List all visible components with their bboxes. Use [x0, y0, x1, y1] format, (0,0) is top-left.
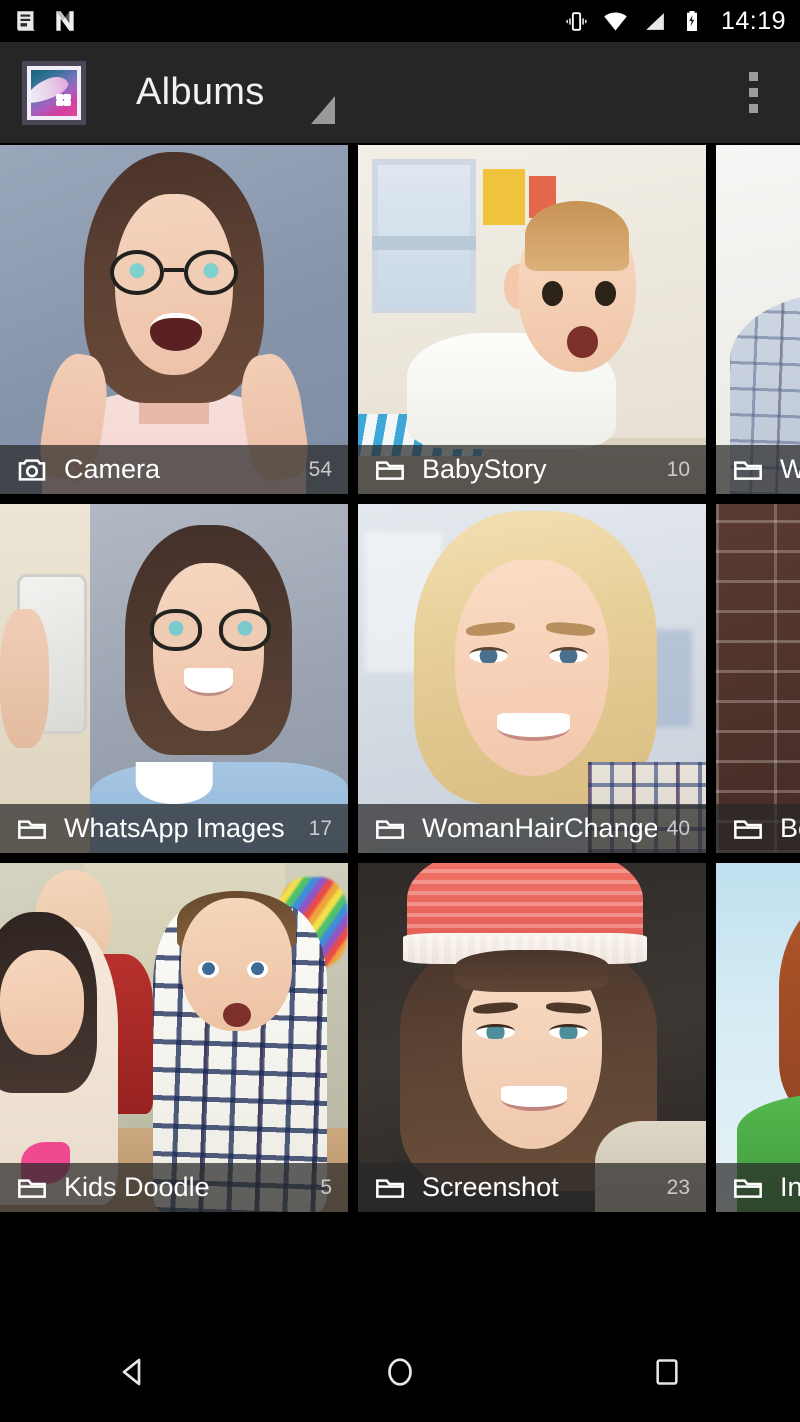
camera-icon	[18, 458, 46, 481]
album-thumbnail	[0, 145, 348, 494]
album-name: WhatsApp	[780, 454, 800, 484]
album-thumbnail	[358, 863, 706, 1212]
cellular-signal-icon	[646, 12, 664, 30]
album-thumbnail	[716, 863, 800, 1212]
overflow-menu-icon[interactable]	[737, 62, 770, 123]
phone-screen: 14:19 Albums Camera 54 BabyStory 10 W Wh…	[0, 0, 800, 1422]
folder-icon	[18, 1178, 46, 1198]
album-tile-babystory[interactable]: BabyStory 10	[358, 145, 706, 494]
overflow-dot	[749, 72, 758, 81]
album-tile-womanhairchanger[interactable]: WomanHairChanger 40	[358, 504, 706, 853]
back-triangle-icon	[122, 1358, 141, 1386]
album-count: 5	[320, 1175, 332, 1199]
news-icon	[17, 11, 36, 31]
album-name: BabyStory	[422, 454, 547, 484]
battery-charging-icon	[686, 11, 697, 31]
folder-icon	[18, 819, 46, 839]
folder-icon	[376, 1178, 404, 1198]
album-label-bar: Instagram	[716, 1163, 800, 1212]
status-bar-clock: 14:19	[720, 6, 786, 35]
album-label-bar: Camera 54	[0, 445, 348, 494]
album-thumbnail	[716, 145, 800, 494]
recents-square-icon	[656, 1359, 678, 1385]
app-toolbar: Albums	[0, 42, 800, 143]
app-icon-artwork	[31, 69, 77, 116]
page-title: Albums	[136, 71, 265, 113]
status-bar: 14:19	[0, 0, 800, 42]
album-count: 54	[308, 457, 332, 481]
status-bar-left-icons	[14, 8, 78, 34]
folder-icon	[734, 460, 762, 480]
album-tile-instagram[interactable]: Instagram	[716, 863, 800, 1212]
gallery-app-icon[interactable]	[22, 60, 86, 125]
back-button[interactable]	[0, 1354, 267, 1390]
album-label-bar: Screenshot 23	[358, 1163, 706, 1212]
album-label-bar: WomanHairChanger 40	[358, 804, 706, 853]
album-thumbnail	[358, 504, 706, 853]
album-thumbnail	[0, 863, 348, 1212]
album-name: Instagram	[780, 1172, 800, 1202]
album-thumbnail	[358, 145, 706, 494]
vibrate-icon	[566, 11, 587, 31]
album-tile-kids-doodle[interactable]: Kids Doodle 5	[0, 863, 348, 1212]
home-circle-icon	[388, 1358, 412, 1386]
album-thumbnail	[716, 504, 800, 853]
folder-icon	[734, 1178, 762, 1198]
album-name: Best	[780, 813, 800, 843]
album-count: 17	[308, 816, 332, 840]
album-label-bar: BabyStory 10	[358, 445, 706, 494]
album-tile-whatsapp[interactable]: WhatsApp	[716, 145, 800, 494]
album-tile-screenshot[interactable]: Screenshot 23	[358, 863, 706, 1212]
album-tile-best[interactable]: Best	[716, 504, 800, 853]
album-label-bar: WhatsApp	[716, 445, 800, 494]
album-name: Screenshot	[422, 1172, 559, 1202]
folder-icon	[376, 819, 404, 839]
album-name: Kids Doodle	[64, 1172, 210, 1202]
overflow-dot	[749, 104, 758, 113]
overflow-dot	[749, 88, 758, 97]
app-icon-frame	[27, 65, 81, 120]
recents-button[interactable]	[533, 1356, 800, 1388]
album-label-bar: WhatsApp Images 17	[0, 804, 348, 853]
album-name: WomanHairChanger	[422, 813, 657, 843]
wifi-icon	[604, 12, 627, 30]
album-count: 40	[666, 816, 690, 840]
album-label-bar: Best	[716, 804, 800, 853]
home-button[interactable]	[267, 1354, 534, 1390]
album-count: 10	[666, 457, 690, 481]
album-label-bar: Kids Doodle 5	[0, 1163, 348, 1212]
album-thumbnail	[0, 504, 348, 853]
album-name: Camera	[64, 454, 161, 484]
folder-icon	[376, 460, 404, 480]
triangle-caret-icon[interactable]	[310, 95, 335, 124]
android-nougat-icon	[56, 11, 74, 31]
albums-grid[interactable]: Camera 54 BabyStory 10 W WhatsApp Images…	[0, 145, 800, 1213]
album-count: 23	[666, 1175, 690, 1199]
android-navigation-bar	[0, 1322, 800, 1422]
album-tile-whatsapp-images[interactable]: WhatsApp Images 17	[0, 504, 348, 853]
folder-icon	[734, 819, 762, 839]
status-bar-right-icons: 14:19	[564, 7, 786, 36]
album-name: WhatsApp Images	[64, 813, 285, 843]
album-tile-camera[interactable]: Camera 54	[0, 145, 348, 494]
